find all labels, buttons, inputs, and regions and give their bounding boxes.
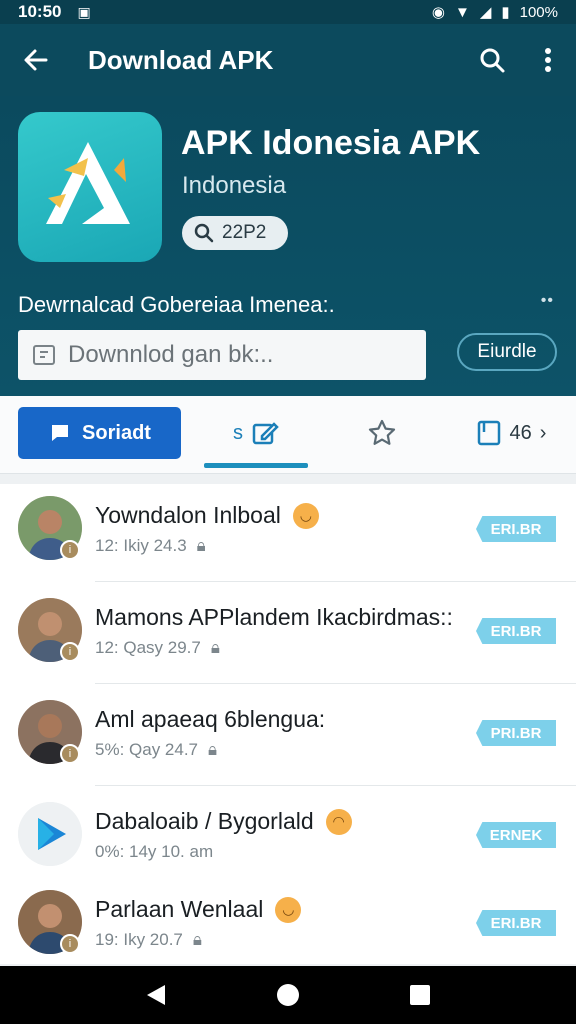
system-nav-bar	[0, 966, 576, 1024]
notification-icon: ▣	[77, 3, 91, 20]
lock-icon: 🔒︎	[196, 536, 206, 555]
verified-badge-icon: i	[60, 934, 80, 954]
location-icon: ◉	[431, 4, 445, 21]
version-chip-label: 22P2	[222, 222, 267, 243]
lock-icon: 🔒︎	[210, 638, 220, 657]
status-time: 10:50	[18, 2, 62, 21]
nav-home-icon[interactable]	[276, 983, 300, 1007]
smiley-icon: ◡	[275, 896, 302, 923]
tab-favorites[interactable]	[352, 407, 412, 459]
search-button[interactable]	[464, 24, 520, 96]
tab-primary[interactable]: Soriadt	[18, 407, 181, 459]
list-item-meta: 12: Qasy 29.7 🔒︎	[95, 638, 220, 657]
app-logo-icon	[18, 112, 162, 262]
verified-badge-icon: i	[60, 642, 80, 662]
list-item-title: Parlaan Wenlaal ◡	[95, 896, 302, 923]
list-item-title: Dabaloaib / Bygorlald ◠	[95, 808, 352, 835]
app-header: APK Idonesia APK Indonesia 22P2 Dewrnalc…	[0, 96, 576, 396]
tab-bar: Soriadt s 46 ›	[0, 396, 576, 474]
app-name: APK Idonesia APK	[181, 124, 481, 162]
list-item-meta: 0%: 14y 10. am	[95, 842, 214, 861]
list-item-tag[interactable]: ERI.BR	[476, 910, 556, 936]
signal-icon: ◢	[479, 4, 492, 21]
tab-edit[interactable]: s	[214, 407, 298, 459]
play-store-icon	[18, 802, 82, 866]
lock-icon: 🔒︎	[208, 740, 218, 759]
app-bar: Download APK	[0, 24, 576, 96]
smiley-icon: ◡	[292, 502, 319, 529]
list-item-tag[interactable]: ERI.BR	[476, 618, 556, 644]
list-item-meta: 5%: Qay 24.7 🔒︎	[95, 740, 218, 759]
tab-saved[interactable]: 46 ›	[466, 407, 556, 459]
status-icons: ◉ ▼ ◢ ▮ 100%	[431, 3, 558, 22]
list-item-tag[interactable]: ERNEK	[476, 822, 556, 848]
verified-badge-icon: i	[60, 744, 80, 764]
list-item-tag[interactable]: PRI.BR	[476, 720, 556, 746]
list-item[interactable]: i Mamons APPlandem Ikacbirdmas:: 12: Qas…	[0, 586, 576, 688]
list-item[interactable]: i Aml apaeaq 6blengua: 5%: Qay 24.7 🔒︎ P…	[0, 688, 576, 790]
tab-saved-count: 46	[509, 421, 532, 444]
list-item-title: Aml apaeaq 6blengua:	[95, 706, 326, 732]
more-dots[interactable]: ••	[541, 292, 554, 310]
bookmark-icon	[477, 420, 500, 446]
app-description: Dewrnalcad Gobereiaa Imenea:.	[18, 292, 335, 317]
list-item-meta: 19: Iky 20.7 🔒︎	[95, 930, 202, 949]
battery-text: 100%	[519, 3, 558, 21]
edit-icon	[252, 422, 279, 445]
list-item[interactable]: i Parlaan Wenlaal ◡ 19: Iky 20.7 🔒︎ ERI.…	[0, 878, 576, 964]
chevron-right-icon: ›	[539, 421, 547, 444]
image-placeholder-icon	[33, 345, 55, 365]
list-item[interactable]: i Yowndalon Inlboal ◡ 12: Ikiy 24.3 🔒︎ E…	[0, 484, 576, 586]
chat-bubble-icon	[52, 425, 69, 441]
wifi-icon: ▼	[454, 3, 470, 21]
list-item[interactable]: Dabaloaib / Bygorlald ◠ 0%: 14y 10. am E…	[0, 790, 576, 892]
more-options-button[interactable]	[520, 24, 576, 96]
lock-icon: 🔒︎	[192, 930, 202, 949]
more-vert-icon	[545, 48, 551, 72]
smiley-icon: ◠	[325, 808, 352, 835]
verified-badge-icon: i	[60, 540, 80, 560]
tab-primary-label: Soriadt	[82, 421, 151, 444]
nav-back-icon[interactable]	[145, 983, 167, 1007]
version-chip[interactable]: 22P2	[182, 216, 288, 250]
page-title: Download APK	[88, 44, 274, 75]
list-item-tag[interactable]: ERI.BR	[476, 516, 556, 542]
battery-icon: ▮	[501, 4, 510, 21]
arrow-left-icon	[24, 49, 48, 71]
divider	[95, 785, 576, 786]
search-placeholder: Downnlod gan bk:..	[68, 341, 274, 368]
back-button[interactable]	[0, 24, 72, 96]
tab-edit-label: s	[233, 421, 243, 444]
list-item-title: Mamons APPlandem Ikacbirdmas::	[95, 604, 453, 630]
app-subtitle: Indonesia	[182, 172, 287, 199]
divider	[95, 581, 576, 582]
search-icon	[194, 223, 214, 243]
list-item-meta: 12: Ikiy 24.3 🔒︎	[95, 536, 206, 555]
search-icon	[480, 48, 505, 73]
download-search-input[interactable]: Downnlod gan bk:..	[18, 330, 426, 380]
status-bar: 10:50 ▣ ◉ ▼ ◢ ▮ 100%	[0, 0, 576, 24]
star-icon	[368, 419, 396, 445]
search-submit-button[interactable]: Eiurdle	[457, 333, 557, 371]
list-item-title: Yowndalon Inlboal ◡	[95, 502, 319, 529]
divider	[95, 683, 576, 684]
nav-recents-icon[interactable]	[409, 984, 431, 1006]
active-tab-indicator	[204, 463, 308, 468]
